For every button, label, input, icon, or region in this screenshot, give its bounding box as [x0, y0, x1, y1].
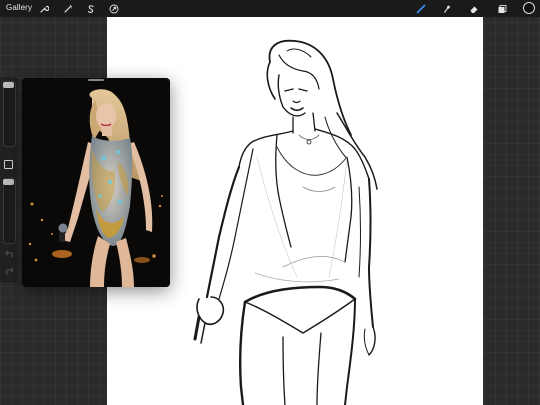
brush-sidebar	[0, 77, 18, 283]
top-toolbar: Gallery	[0, 0, 540, 17]
eraser-icon	[470, 6, 477, 13]
selection-button[interactable]	[84, 2, 97, 15]
undo-icon	[4, 250, 13, 258]
reference-drag-handle[interactable]	[88, 79, 104, 81]
magic-wand-icon	[63, 4, 72, 13]
layers-button[interactable]	[495, 2, 508, 15]
brush-icon	[416, 4, 425, 13]
transform-button[interactable]	[107, 2, 120, 15]
wrench-icon	[39, 5, 49, 13]
reference-photo	[22, 78, 170, 287]
reference-window[interactable]	[22, 78, 170, 287]
actions-button[interactable]	[37, 2, 50, 15]
brush-tool-button[interactable]	[414, 2, 427, 15]
eraser-tool-button[interactable]	[467, 2, 480, 15]
brush-size-handle[interactable]	[3, 82, 14, 88]
color-picker-button[interactable]	[523, 2, 535, 14]
opacity-handle[interactable]	[3, 179, 14, 185]
smudge-tool-button[interactable]	[440, 2, 453, 15]
smudge-icon	[443, 5, 450, 12]
cursor-arrow-icon	[109, 4, 118, 13]
redo-button[interactable]	[3, 266, 15, 276]
brush-size-slider[interactable]	[3, 81, 16, 147]
adjustments-button[interactable]	[61, 2, 74, 15]
layers-icon	[498, 4, 506, 13]
redo-icon	[5, 267, 14, 275]
undo-button[interactable]	[3, 249, 15, 259]
gallery-button[interactable]: Gallery	[6, 3, 32, 12]
opacity-slider[interactable]	[3, 178, 16, 244]
modify-button[interactable]	[4, 160, 13, 169]
selection-s-icon	[87, 4, 94, 13]
